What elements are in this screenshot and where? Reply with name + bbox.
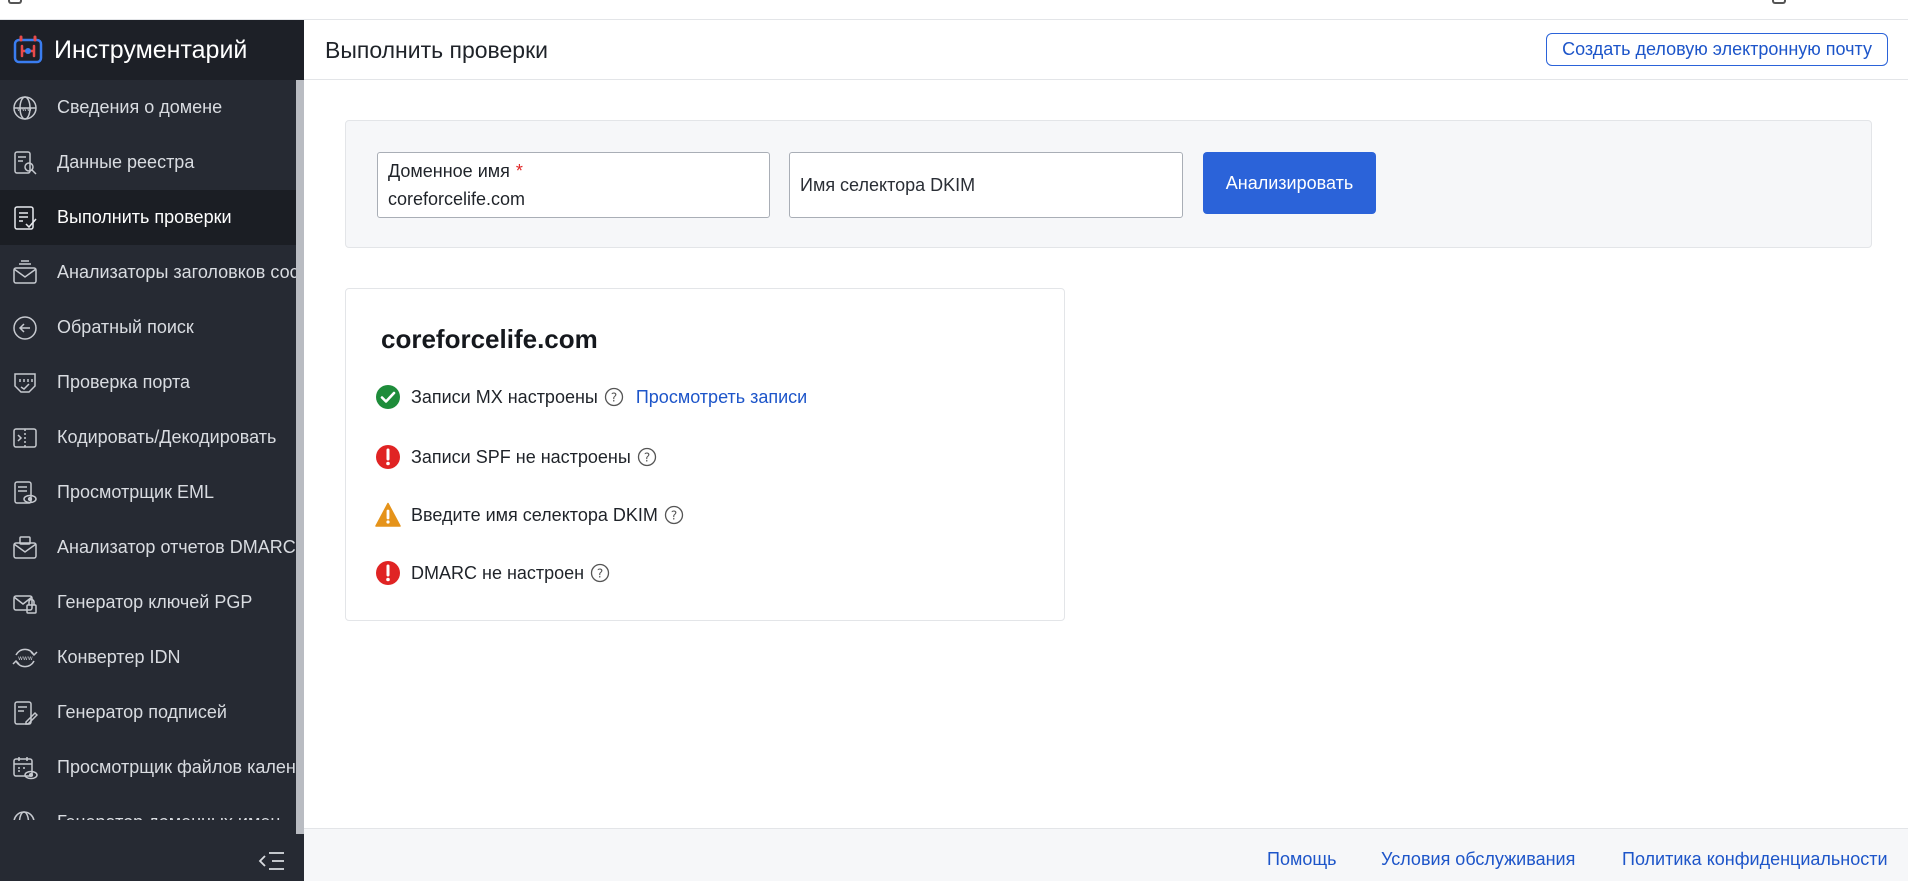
footer-privacy-link[interactable]: Политика конфиденциальности xyxy=(1622,849,1888,870)
sidebar-item-pgp-generator[interactable]: Генератор ключей PGP xyxy=(0,575,304,630)
warning-triangle-icon xyxy=(375,502,401,528)
dmarc-report-icon xyxy=(12,535,38,561)
check-row-dmarc: DMARC не настроен ? xyxy=(375,560,610,586)
sidebar-nav: www Сведения о домене Данные реестра Вып… xyxy=(0,80,304,820)
idn-converter-icon: www xyxy=(12,645,38,671)
svg-text:?: ? xyxy=(644,451,650,465)
globe-www-icon: www xyxy=(12,95,38,121)
dkim-selector-input[interactable] xyxy=(800,175,1170,196)
help-icon[interactable]: ? xyxy=(604,387,624,407)
dkim-field[interactable] xyxy=(789,152,1183,218)
sidebar: Инструментарий www Сведения о домене Дан… xyxy=(0,20,304,881)
sidebar-item-run-checks[interactable]: Выполнить проверки xyxy=(0,190,304,245)
toolkit-logo-icon xyxy=(13,35,43,64)
error-exclamation-icon xyxy=(375,444,401,470)
sidebar-item-reverse-lookup[interactable]: Обратный поиск xyxy=(0,300,304,355)
calendar-viewer-icon xyxy=(12,755,38,781)
port-icon xyxy=(12,370,38,396)
error-exclamation-icon xyxy=(375,560,401,586)
domain-field[interactable]: Доменное имя * xyxy=(377,152,770,218)
footer-help-link[interactable]: Помощь xyxy=(1267,849,1337,870)
app-title: Инструментарий xyxy=(54,35,248,64)
results-card: coreforcelife.com Записи MX настроены ? … xyxy=(345,288,1065,621)
sidebar-item-registry-data[interactable]: Данные реестра xyxy=(0,135,304,190)
sidebar-item-idn-converter[interactable]: www Конвертер IDN xyxy=(0,630,304,685)
browser-strip xyxy=(0,0,1908,20)
registry-search-icon xyxy=(12,150,38,176)
collapse-sidebar-button[interactable] xyxy=(258,850,286,872)
signature-icon xyxy=(12,700,38,726)
footer: Помощь Условия обслуживания Политика кон… xyxy=(304,828,1908,881)
sidebar-item-domain-info[interactable]: www Сведения о домене xyxy=(0,80,304,135)
pgp-key-icon xyxy=(12,590,38,616)
domain-field-label: Доменное имя * xyxy=(388,161,523,181)
svg-text:?: ? xyxy=(597,567,603,581)
svg-text:?: ? xyxy=(671,509,677,523)
search-panel: Доменное имя* Анализировать xyxy=(345,120,1872,248)
sidebar-item-calendar-viewer[interactable]: Просмотрщик файлов кален xyxy=(0,740,304,795)
success-check-icon xyxy=(375,384,401,410)
sidebar-scrollbar-thumb[interactable] xyxy=(296,80,304,834)
svg-text:www: www xyxy=(17,106,32,113)
result-domain-title: coreforcelife.com xyxy=(381,324,598,354)
window-icon xyxy=(8,0,22,4)
required-mark: * xyxy=(515,161,523,181)
eml-viewer-icon xyxy=(12,480,38,506)
analyze-button[interactable]: Анализировать xyxy=(1203,152,1376,214)
encode-icon xyxy=(12,425,38,451)
sidebar-item-port-check[interactable]: Проверка порта xyxy=(0,355,304,410)
domain-input[interactable] xyxy=(388,189,758,210)
sidebar-item-encode-decode[interactable]: Кодировать/Декодировать xyxy=(0,410,304,465)
svg-text:?: ? xyxy=(611,391,617,405)
check-row-spf: Записи SPF не настроены ? xyxy=(375,444,657,470)
create-business-email-button[interactable]: Создать деловую электронную почту xyxy=(1546,33,1888,66)
sidebar-item-eml-viewer[interactable]: Просмотрщик EML xyxy=(0,465,304,520)
sidebar-scrollbar-track[interactable] xyxy=(296,80,304,834)
footer-terms-link[interactable]: Условия обслуживания xyxy=(1381,849,1575,870)
help-icon[interactable]: ? xyxy=(664,505,684,525)
checklist-icon xyxy=(12,205,38,231)
reverse-arrow-icon xyxy=(12,315,38,341)
collapse-menu-icon xyxy=(258,852,284,870)
check-row-mx: Записи MX настроены ? Просмотреть записи xyxy=(375,384,807,410)
sidebar-item-domain-generator[interactable]: Генератор доменных имен xyxy=(0,795,304,820)
main-header: Выполнить проверки Создать деловую элект… xyxy=(304,20,1908,80)
view-records-link[interactable]: Просмотреть записи xyxy=(636,387,807,408)
domain-generator-icon xyxy=(12,810,38,820)
brand: Инструментарий xyxy=(0,20,304,80)
mail-header-icon xyxy=(12,259,38,286)
sidebar-item-signature-generator[interactable]: Генератор подписей xyxy=(0,685,304,740)
sidebar-item-header-analyzers[interactable]: Анализаторы заголовков сос xyxy=(0,245,304,300)
page-title: Выполнить проверки xyxy=(325,37,548,63)
svg-text:www: www xyxy=(18,655,33,662)
sidebar-item-dmarc-analyzer[interactable]: Анализатор отчетов DMARC xyxy=(0,520,304,575)
toolbar-icon xyxy=(1772,0,1786,4)
help-icon[interactable]: ? xyxy=(637,447,657,467)
check-row-dkim: Введите имя селектора DKIM ? xyxy=(375,502,684,528)
help-icon[interactable]: ? xyxy=(590,563,610,583)
